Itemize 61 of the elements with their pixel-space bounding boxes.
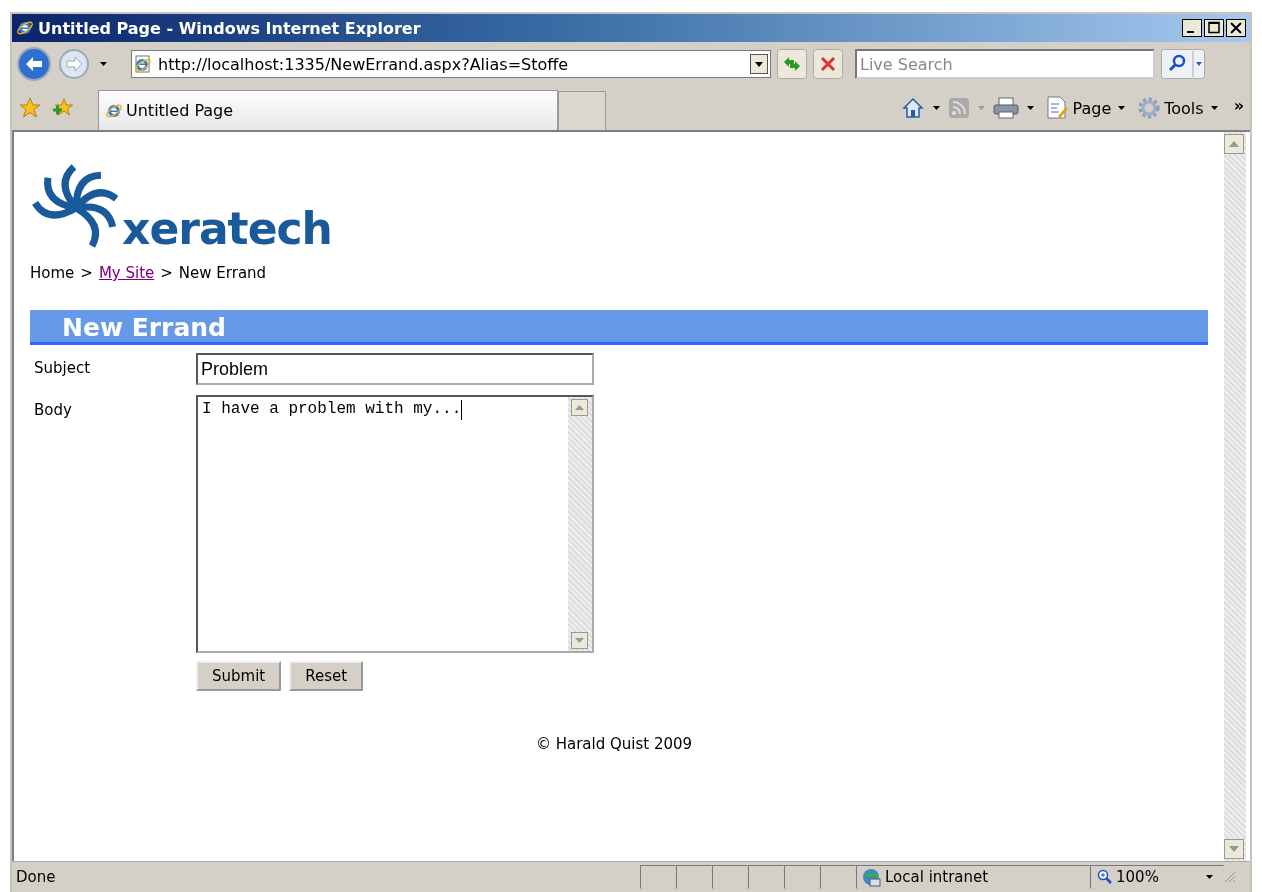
browser-tab[interactable]: Untitled Page bbox=[98, 90, 558, 130]
caret-icon[interactable] bbox=[932, 106, 940, 110]
back-icon[interactable] bbox=[16, 46, 52, 82]
search-icon[interactable] bbox=[1161, 49, 1205, 79]
caret-icon bbox=[1206, 875, 1213, 879]
field-label: Body bbox=[33, 400, 73, 421]
security-zone: Local intranet bbox=[856, 865, 1090, 889]
scroll-up-icon[interactable] bbox=[1224, 134, 1244, 154]
command-menu[interactable]: Tools bbox=[1137, 96, 1222, 120]
status-panel bbox=[784, 865, 820, 889]
caret-icon[interactable] bbox=[100, 62, 107, 66]
globe-icon bbox=[861, 867, 881, 887]
caret-icon bbox=[1210, 106, 1218, 110]
refresh-icon[interactable] bbox=[777, 49, 807, 79]
breadcrumb-link[interactable]: My Site bbox=[98, 264, 155, 282]
status-panel bbox=[676, 865, 712, 889]
gear-icon bbox=[1137, 96, 1162, 120]
body-field[interactable]: I have a problem with my... bbox=[196, 395, 594, 653]
scroll-up-icon[interactable] bbox=[571, 399, 588, 416]
status-panel bbox=[748, 865, 784, 889]
status-panel bbox=[712, 865, 748, 889]
footer-text: © Harald Quist 2009 bbox=[534, 735, 694, 753]
forward-icon[interactable] bbox=[58, 48, 90, 80]
scroll-down-icon[interactable] bbox=[571, 632, 588, 649]
subject-field[interactable]: Problem bbox=[196, 353, 594, 385]
status-panel bbox=[820, 865, 856, 889]
zoom-icon bbox=[1097, 869, 1113, 885]
new-tab-button[interactable] bbox=[558, 91, 606, 130]
search-field[interactable]: Live Search bbox=[855, 49, 1155, 79]
address-field[interactable]: http://localhost:1335/NewErrand.aspx?Alias=Stoffe bbox=[131, 50, 771, 78]
stop-icon[interactable] bbox=[813, 49, 843, 79]
printer-icon[interactable] bbox=[992, 97, 1019, 119]
breadcrumb-item: New Errand bbox=[178, 264, 267, 282]
page-icon bbox=[1045, 96, 1070, 120]
caret-icon bbox=[1118, 106, 1126, 110]
ie-logo-icon bbox=[16, 19, 34, 37]
scroll-down-icon[interactable] bbox=[1224, 839, 1244, 859]
maximize-icon[interactable] bbox=[1204, 19, 1224, 37]
minimize-icon[interactable] bbox=[1182, 19, 1202, 37]
command-menu[interactable]: Page bbox=[1045, 96, 1130, 120]
breadcrumb-separator: > bbox=[80, 264, 93, 282]
status-text: Done bbox=[15, 868, 57, 886]
status-panel bbox=[640, 865, 676, 889]
form-button[interactable]: Submit bbox=[196, 661, 282, 691]
field-label: Subject bbox=[33, 358, 92, 379]
resize-grip-icon[interactable] bbox=[1224, 871, 1236, 883]
window-title: Untitled Page - Windows Internet Explorer bbox=[38, 18, 422, 38]
dropdown-icon[interactable] bbox=[750, 54, 768, 74]
page-heading: New Errand bbox=[30, 310, 1208, 345]
breadcrumb-item: Home bbox=[30, 264, 75, 282]
home-icon[interactable] bbox=[900, 96, 925, 120]
breadcrumb-separator: > bbox=[160, 264, 173, 282]
caret-icon[interactable] bbox=[1026, 106, 1034, 110]
logo-text: xeratech bbox=[122, 203, 332, 254]
zoom-control[interactable]: 100% bbox=[1090, 865, 1224, 889]
more-chevron[interactable]: » bbox=[1233, 96, 1244, 115]
form-button[interactable]: Reset bbox=[289, 661, 364, 691]
favorites-star-icon[interactable] bbox=[18, 96, 42, 120]
close-icon[interactable] bbox=[1226, 19, 1246, 37]
caret-icon bbox=[977, 106, 985, 110]
page-icon bbox=[134, 55, 152, 73]
